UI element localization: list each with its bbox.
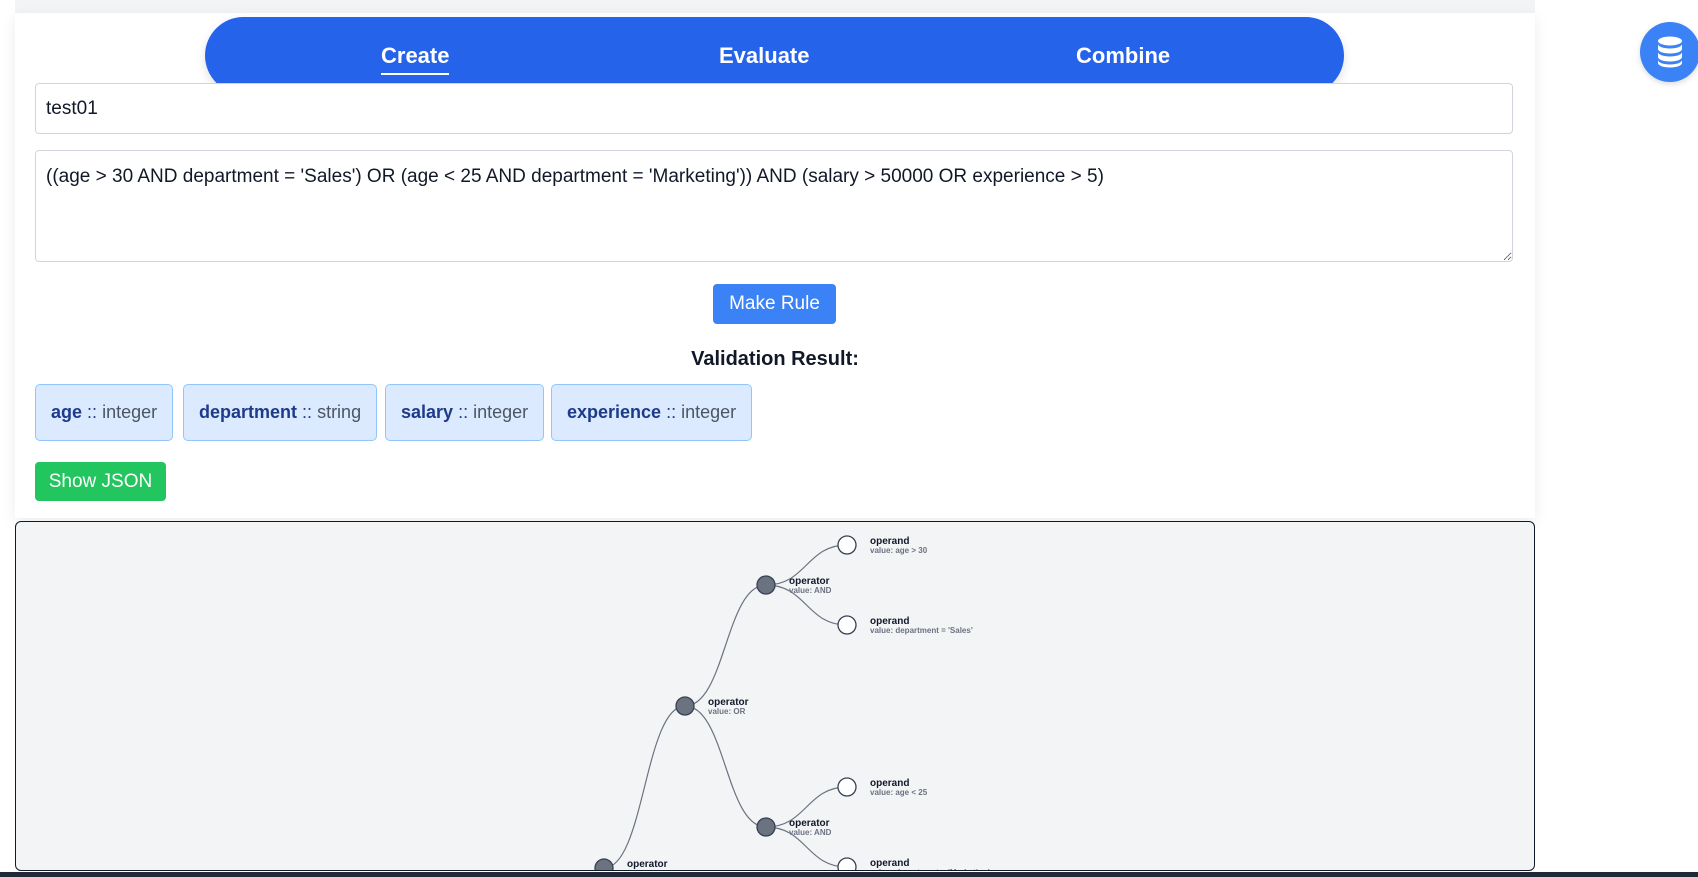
top-strip xyxy=(15,0,1535,13)
node-value: value: AND xyxy=(627,869,670,870)
node-circle[interactable] xyxy=(756,817,776,837)
operand-node[interactable]: operandvalue: age > 30 xyxy=(837,535,928,555)
node-circle[interactable] xyxy=(675,696,695,716)
bottom-bar xyxy=(0,872,1698,877)
attribute-type: integer xyxy=(102,402,158,422)
attribute-chip-experience: experience :: integer xyxy=(551,384,753,441)
node-value: value: AND xyxy=(789,586,832,595)
node-value: value: department = 'Marketing' xyxy=(870,868,990,870)
attribute-type: integer xyxy=(473,402,529,422)
operator-node[interactable]: operatorvalue: OR xyxy=(675,696,749,716)
tree-link xyxy=(603,705,686,869)
rule-expression-textarea[interactable]: ((age > 30 AND department = 'Sales') OR … xyxy=(35,150,1513,262)
rule-tree-graph[interactable]: operatorvalue: ANDoperandvalue: age > 30… xyxy=(16,522,1534,870)
operand-node[interactable]: operandvalue: department = 'Marketing' xyxy=(837,857,990,870)
node-value: value: department = 'Sales' xyxy=(870,626,973,635)
database-icon xyxy=(1658,36,1682,68)
node-circle[interactable] xyxy=(594,858,614,870)
operand-node[interactable]: operandvalue: age < 25 xyxy=(837,777,928,797)
operator-node[interactable]: operatorvalue: AND xyxy=(594,858,670,870)
node-value: value: OR xyxy=(708,707,746,716)
validation-title: Validation Result: xyxy=(691,348,859,370)
attribute-chip-department: department :: string xyxy=(183,384,378,441)
node-value: value: age > 30 xyxy=(870,546,928,555)
show-json-button[interactable]: Show JSON xyxy=(35,462,166,501)
make-rule-button[interactable]: Make Rule xyxy=(713,284,836,324)
attribute-name: department xyxy=(199,402,298,422)
tree-link xyxy=(684,584,767,707)
tree-link xyxy=(684,705,767,828)
operator-node[interactable]: operatorvalue: AND xyxy=(756,817,832,837)
attribute-name: age xyxy=(51,402,83,422)
attribute-chip-age: age :: integer xyxy=(35,384,174,441)
rule-tree-panel[interactable]: operator value: AND operand value: age > 30… xyxy=(15,521,1535,871)
attribute-type: integer xyxy=(681,402,737,422)
operator-node[interactable]: operatorvalue: AND xyxy=(756,575,832,595)
node-value: value: AND xyxy=(789,828,832,837)
attribute-type: string xyxy=(317,402,362,422)
node-value: value: age < 25 xyxy=(870,788,928,797)
type-separator: :: xyxy=(302,402,313,422)
node-circle[interactable] xyxy=(837,857,857,870)
attribute-chip-salary: salary :: integer xyxy=(385,384,545,441)
tab-evaluate[interactable]: Evaluate xyxy=(719,42,810,72)
operand-node[interactable]: operandvalue: department = 'Sales' xyxy=(837,615,973,635)
node-circle[interactable] xyxy=(837,777,857,797)
tab-create[interactable]: Create xyxy=(381,42,450,75)
type-separator: :: xyxy=(666,402,677,422)
tab-combine[interactable]: Combine xyxy=(1076,42,1170,72)
attribute-name: experience xyxy=(567,402,662,422)
node-circle[interactable] xyxy=(837,535,857,555)
database-button[interactable] xyxy=(1640,22,1698,82)
node-circle[interactable] xyxy=(837,615,857,635)
attribute-name: salary xyxy=(401,402,454,422)
type-separator: :: xyxy=(458,402,469,422)
rule-name-input[interactable] xyxy=(35,83,1513,134)
node-circle[interactable] xyxy=(756,575,776,595)
type-separator: :: xyxy=(87,402,98,422)
